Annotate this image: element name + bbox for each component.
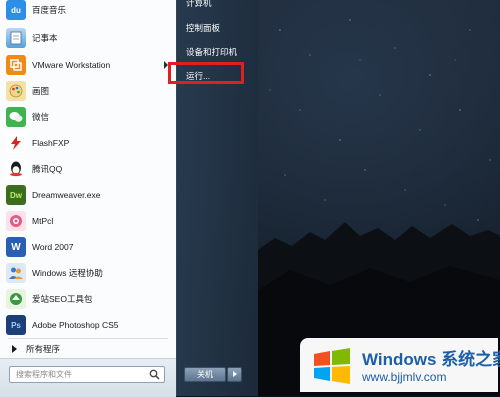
- watermark-title: Windows 系统之家: [362, 345, 500, 370]
- watermark-brand: Windows: [362, 350, 437, 369]
- program-label: Adobe Photoshop CS5: [32, 320, 119, 330]
- program-label: FlashFXP: [32, 138, 70, 148]
- program-item-dreamweaver[interactable]: Dw Dreamweaver.exe: [4, 183, 172, 207]
- program-label: Word 2007: [32, 242, 74, 252]
- program-item-word[interactable]: W Word 2007: [4, 235, 172, 259]
- expand-arrow-icon: [12, 345, 17, 353]
- devices-printers-link[interactable]: 设备和打印机: [186, 46, 237, 58]
- program-item-vmware[interactable]: VMware Workstation: [4, 53, 172, 77]
- dreamweaver-icon: Dw: [6, 185, 26, 205]
- run-highlight-box: [168, 62, 244, 84]
- program-label: VMware Workstation: [32, 60, 111, 70]
- qq-icon: [6, 159, 26, 179]
- program-label: 百度音乐: [32, 5, 67, 15]
- program-item-wechat[interactable]: 微信: [4, 105, 172, 129]
- baidu-music-icon: du: [6, 0, 26, 20]
- program-item-mtpcl[interactable]: MtPcl: [4, 209, 172, 233]
- program-item-flashfxp[interactable]: FlashFXP: [4, 131, 172, 155]
- program-item-paint[interactable]: 画图: [4, 79, 172, 103]
- program-item-aizhan-seo[interactable]: 爱站SEO工具包: [4, 287, 172, 311]
- vmware-icon: [6, 55, 26, 75]
- watermark: Windows 系统之家 www.bjjmlv.com: [300, 338, 500, 392]
- program-label: MtPcl: [32, 216, 54, 226]
- notepad-icon: [6, 28, 26, 48]
- remote-assist-icon: [6, 263, 26, 283]
- paint-icon: [6, 81, 26, 101]
- mtpcl-icon: [6, 211, 26, 231]
- program-item-photoshop[interactable]: Ps Adobe Photoshop CS5: [4, 313, 172, 337]
- watermark-url: www.bjjmlv.com: [362, 370, 447, 384]
- word-icon: W: [6, 237, 26, 257]
- separator: [8, 338, 168, 339]
- program-label: Dreamweaver.exe: [32, 190, 101, 200]
- watermark-brand-cn: 系统之家: [441, 350, 500, 369]
- search-box[interactable]: [9, 366, 165, 383]
- flashfxp-icon: [6, 133, 26, 153]
- search-input[interactable]: [10, 366, 148, 383]
- program-item-remote-assistance[interactable]: Windows 远程协助: [4, 261, 172, 285]
- program-label: 微信: [32, 112, 50, 122]
- shutdown-options-button[interactable]: [227, 367, 242, 382]
- program-label: 爱站SEO工具包: [32, 294, 93, 304]
- photoshop-icon: Ps: [6, 315, 26, 335]
- control-panel-link[interactable]: 控制面板: [186, 22, 220, 34]
- program-item-notepad[interactable]: 记事本: [4, 26, 172, 50]
- aizhan-seo-icon: [6, 289, 26, 309]
- program-label: 腾讯QQ: [32, 164, 63, 174]
- all-programs-label: 所有程序: [26, 344, 61, 354]
- program-label: 记事本: [32, 33, 58, 43]
- computer-link[interactable]: 计算机: [186, 0, 212, 9]
- program-item-baidu-music[interactable]: du 百度音乐: [4, 0, 172, 22]
- search-icon[interactable]: [149, 369, 160, 380]
- start-menu: du 百度音乐 记事本 VMware Workstation 画图 微信 Fla…: [0, 0, 258, 397]
- windows-logo-icon: [314, 348, 350, 384]
- program-item-qq[interactable]: 腾讯QQ: [4, 157, 172, 181]
- places-pane: [176, 0, 258, 396]
- shutdown-button[interactable]: 关机: [184, 367, 226, 382]
- program-label: 画图: [32, 86, 50, 96]
- arrow-right-icon: [233, 371, 237, 377]
- all-programs-button[interactable]: 所有程序: [4, 340, 172, 358]
- program-label: Windows 远程协助: [32, 268, 103, 278]
- wechat-icon: [6, 107, 26, 127]
